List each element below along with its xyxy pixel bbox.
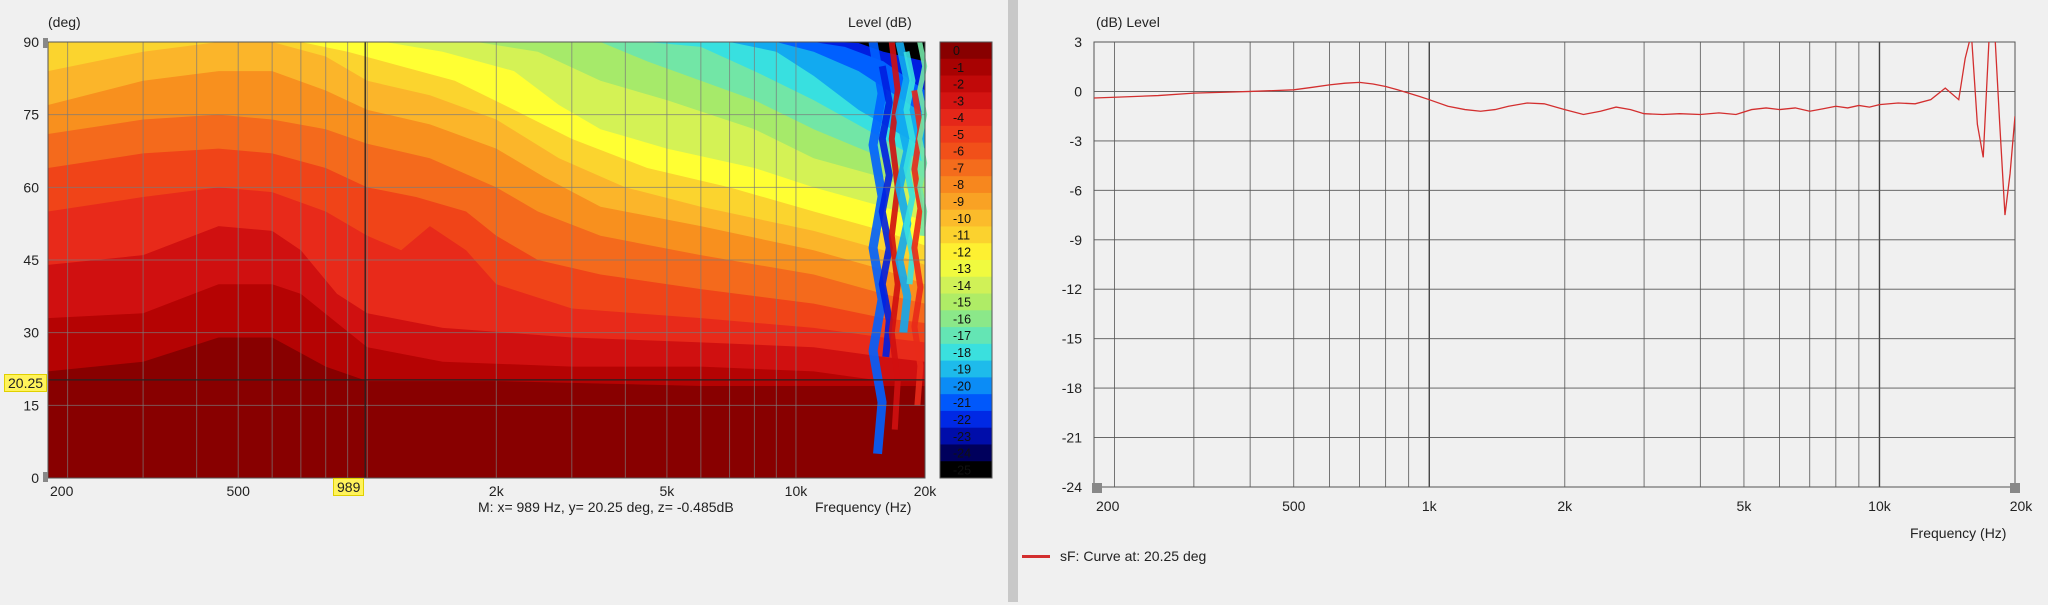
- polar-map-panel: 0 15 30 45 60 75 90 200 500 2k 5k 10k 20k 0 -1 -2 -3 -4 -5…: [0, 0, 1010, 602]
- heatmap-x-tick: 5k: [660, 483, 676, 499]
- colorbar-level-label: -14: [953, 279, 971, 293]
- colorbar-level-label: -21: [953, 396, 971, 410]
- colorbar-cell: [940, 125, 992, 144]
- line-x-tick: 5k: [1737, 498, 1753, 514]
- heatmap-y-tick: 75: [23, 107, 39, 123]
- level-curve-svg[interactable]: 3 0 -3 -6 -9 -12 -15 -18 -21 -24 200 500 1k 2k 5k 10k 20…: [1018, 0, 2048, 602]
- colorbar-level-label: -4: [953, 111, 964, 125]
- colorbar-level-label: -19: [953, 363, 971, 377]
- line-plot-area: [1094, 42, 2015, 487]
- line-y-tick: -24: [1062, 479, 1082, 495]
- colorbar-level-label: -11: [953, 229, 970, 243]
- x-axis-left-handle: [1092, 483, 1102, 493]
- line-y-tick: 0: [1074, 83, 1082, 99]
- y-axis-bottom-handle: [43, 472, 48, 482]
- line-x-tick: 20k: [2010, 498, 2034, 514]
- colorbar-cell: [940, 75, 992, 93]
- colorbar-cell: [940, 109, 992, 127]
- colorbar-level-label: -12: [953, 245, 971, 259]
- colorbar-level-label: 0: [953, 44, 960, 58]
- colorbar-level-label: -25: [953, 463, 971, 477]
- colorbar-title: Level (dB): [848, 14, 912, 30]
- colorbar-cell: [940, 92, 992, 110]
- heatmap-y-tick: 0: [31, 470, 39, 486]
- colorbar-cell: [940, 176, 992, 194]
- line-y-tick: -9: [1070, 232, 1083, 248]
- line-y-tick: -3: [1070, 133, 1083, 149]
- colorbar-level-label: -23: [953, 430, 971, 444]
- heatmap-x-tick: 10k: [785, 483, 809, 499]
- colorbar-level-label: -6: [953, 145, 964, 159]
- cursor-readout: M: x= 989 Hz, y= 20.25 deg, z= -0.485dB: [478, 499, 734, 515]
- colorbar-level-label: -22: [953, 413, 971, 427]
- colorbar-level-label: -15: [953, 296, 971, 310]
- heatmap-x-axis-label: Frequency (Hz): [815, 499, 912, 515]
- y-axis-top-handle: [43, 38, 48, 48]
- line-x-tick: 10k: [1868, 498, 1892, 514]
- legend-swatch: [1022, 555, 1050, 558]
- colorbar-level-label: -3: [953, 94, 964, 108]
- colorbar-cell: [940, 192, 992, 211]
- colorbar-level-label: -9: [953, 195, 964, 209]
- heatmap-y-tick: 15: [23, 397, 39, 413]
- pane-divider[interactable]: [1008, 0, 1018, 602]
- colorbar-level-label: -20: [953, 379, 971, 393]
- colorbar-level-label: -16: [953, 312, 971, 326]
- colorbar-cell: [940, 42, 992, 60]
- line-y-tick: -15: [1062, 331, 1082, 347]
- heatmap-y-tick: 60: [23, 179, 39, 195]
- line-y-tick: 3: [1074, 34, 1082, 50]
- colorbar-level-label: -13: [953, 262, 971, 276]
- line-x-tick: 1k: [1422, 498, 1438, 514]
- colorbar-level-label: -24: [953, 447, 971, 461]
- heatmap-x-tick: 500: [227, 483, 251, 499]
- colorbar-level-label: -2: [953, 78, 964, 92]
- colorbar-cell: [940, 58, 992, 77]
- colorbar-level-label: -5: [953, 128, 964, 142]
- colorbar-cell: [940, 142, 992, 160]
- line-x-tick: 200: [1096, 498, 1120, 514]
- colorbar-level-label: -18: [953, 346, 971, 360]
- line-y-tick: -6: [1070, 182, 1083, 198]
- cursor-x-marker[interactable]: 989: [333, 478, 365, 496]
- line-x-tick: 500: [1282, 498, 1306, 514]
- heatmap-y-tick: 30: [23, 325, 39, 341]
- heatmap-y-tick: 90: [23, 34, 39, 50]
- level-curve-panel: 3 0 -3 -6 -9 -12 -15 -18 -21 -24 200 500 1k 2k 5k 10k 20…: [1018, 0, 2048, 602]
- line-x-axis-label: Frequency (Hz): [1910, 525, 2007, 541]
- heatmap-x-tick: 2k: [489, 483, 505, 499]
- colorbar-level-label: -7: [953, 161, 964, 175]
- x-axis-right-handle: [2010, 483, 2020, 493]
- heatmap-x-tick: 200: [50, 483, 74, 499]
- line-y-tick: -21: [1062, 430, 1082, 446]
- colorbar-level-label: -8: [953, 178, 964, 192]
- heatmap-y-tick: 45: [23, 252, 39, 268]
- line-y-tick: -18: [1062, 380, 1082, 396]
- legend-label: sF: Curve at: 20.25 deg: [1060, 548, 1207, 564]
- colorbar-level-label: -17: [953, 329, 971, 343]
- line-y-tick: -12: [1062, 281, 1082, 297]
- colorbar-cell: [940, 159, 992, 177]
- colorbar-level-label: -1: [953, 61, 964, 75]
- line-x-tick: 2k: [1557, 498, 1573, 514]
- heatmap-y-unit-label: (deg): [48, 14, 81, 30]
- heatmap-x-tick: 20k: [914, 483, 938, 499]
- line-y-unit-label: (dB) Level: [1096, 14, 1160, 30]
- cursor-y-marker[interactable]: 20.25: [4, 374, 48, 392]
- colorbar-level-label: -10: [953, 212, 971, 226]
